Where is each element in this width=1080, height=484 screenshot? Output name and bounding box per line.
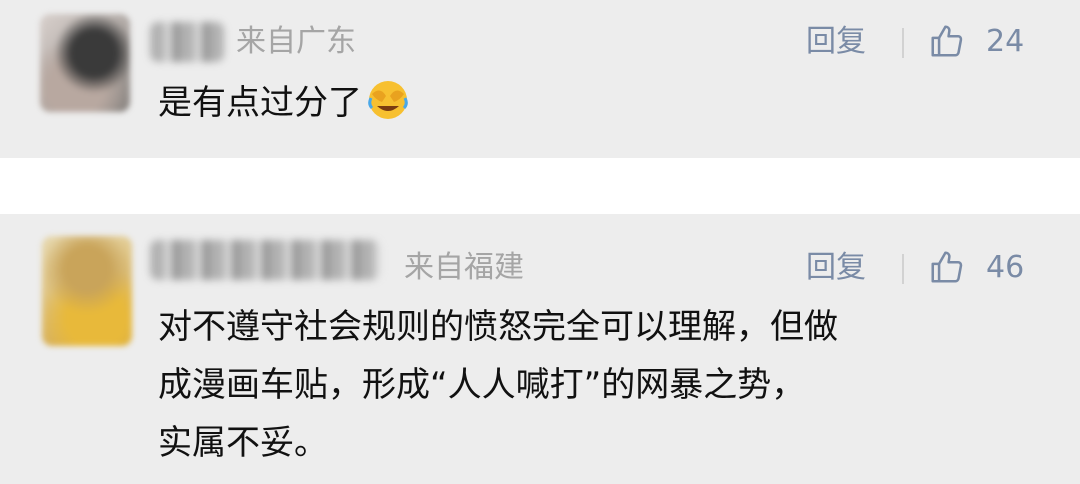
- comment-text: 对不遵守社会规则的愤怒完全可以理解，但做 成漫画车贴，形成“人人喊打”的网暴之势…: [158, 298, 838, 472]
- comment-card: 来自福建 回复 46 对不遵守社会规则的愤怒完全可以理解，但做 成漫画车贴，形成…: [0, 214, 1080, 484]
- username-blurred[interactable]: [150, 240, 380, 280]
- face-with-tears-of-joy-covering-icon: [368, 81, 408, 119]
- comment-card: 来自广东 回复 24 是有点过分了: [0, 0, 1080, 158]
- thumbs-up-icon[interactable]: [928, 22, 966, 60]
- comment-line: 实属不妥。: [158, 423, 328, 463]
- comment-line: 成漫画车贴，形成“人人喊打”的网暴之势，: [158, 365, 806, 405]
- like-count: 46: [986, 250, 1025, 285]
- like-count: 24: [986, 24, 1025, 59]
- divider: [902, 254, 904, 284]
- comment-line: 对不遵守社会规则的愤怒完全可以理解，但做: [158, 307, 838, 347]
- comment-text: 是有点过分了: [158, 74, 410, 132]
- reply-button[interactable]: 回复: [806, 22, 866, 62]
- avatar[interactable]: [40, 14, 130, 112]
- comment-text-content: 是有点过分了: [158, 83, 362, 123]
- reply-button[interactable]: 回复: [806, 248, 866, 288]
- username-blurred[interactable]: [150, 22, 224, 62]
- divider: [902, 28, 904, 58]
- location-label: 来自广东: [236, 24, 356, 59]
- avatar[interactable]: [42, 236, 132, 346]
- location-label: 来自福建: [404, 250, 524, 285]
- thumbs-up-icon[interactable]: [928, 248, 966, 286]
